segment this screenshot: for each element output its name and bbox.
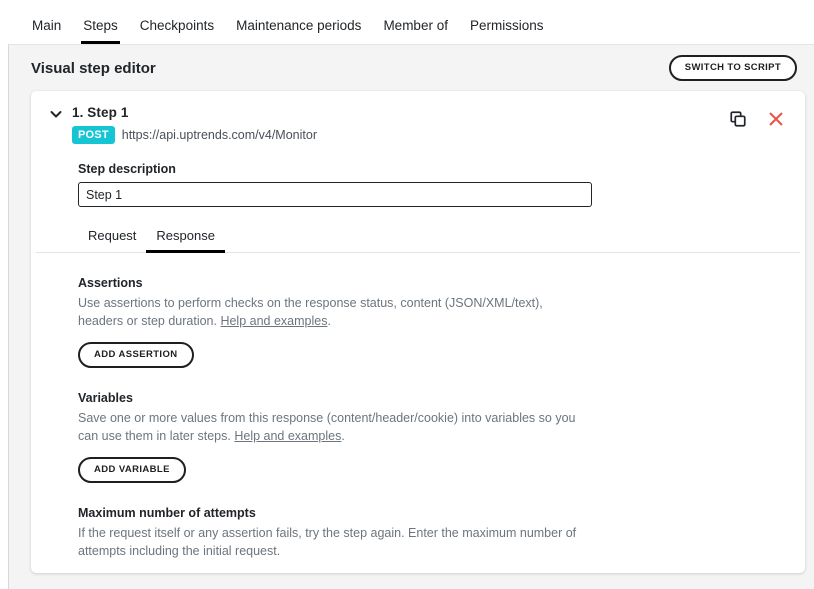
- copy-icon[interactable]: [729, 110, 747, 128]
- chevron-down-icon[interactable]: [48, 106, 64, 122]
- step-endpoint: POST https://api.uptrends.com/v4/Monitor: [72, 126, 729, 144]
- subtab-request[interactable]: Request: [78, 228, 146, 253]
- add-assertion-button[interactable]: ADD ASSERTION: [78, 342, 194, 368]
- variables-help-link[interactable]: Help and examples: [234, 429, 341, 443]
- step-card: 1. Step 1 POST https://api.uptrends.com/…: [31, 91, 805, 573]
- max-attempts-section: Maximum number of attempts If the reques…: [78, 506, 788, 573]
- variables-description-period: .: [341, 428, 345, 443]
- step-actions: [729, 104, 789, 128]
- step-title: 1. Step 1: [72, 105, 129, 120]
- tab-member-of[interactable]: Member of: [372, 18, 459, 44]
- tab-checkpoints[interactable]: Checkpoints: [129, 18, 225, 44]
- step-header: 1. Step 1 POST https://api.uptrends.com/…: [31, 91, 805, 144]
- visual-step-editor-panel: Visual step editor SWITCH TO SCRIPT 1. S…: [8, 44, 814, 589]
- max-attempts-title: Maximum number of attempts: [78, 506, 256, 520]
- variables-description: Save one or more values from this respon…: [78, 410, 590, 445]
- tab-maintenance-periods[interactable]: Maintenance periods: [225, 18, 372, 44]
- variables-section: Variables Save one or more values from t…: [78, 391, 788, 483]
- assertions-description: Use assertions to perform checks on the …: [78, 295, 590, 330]
- add-variable-button[interactable]: ADD VARIABLE: [78, 457, 186, 483]
- close-icon[interactable]: [767, 110, 785, 128]
- step-url: https://api.uptrends.com/v4/Monitor: [121, 128, 317, 142]
- switch-to-script-button[interactable]: SWITCH TO SCRIPT: [668, 55, 797, 81]
- tab-main[interactable]: Main: [21, 18, 72, 44]
- tab-steps[interactable]: Steps: [72, 18, 129, 44]
- variables-title: Variables: [78, 391, 133, 405]
- monitor-tab-bar: Main Steps Checkpoints Maintenance perio…: [0, 0, 814, 44]
- panel-header: Visual step editor SWITCH TO SCRIPT: [31, 45, 804, 91]
- max-attempts-description: If the request itself or any assertion f…: [78, 526, 577, 558]
- tab-permissions[interactable]: Permissions: [459, 18, 555, 44]
- assertions-title: Assertions: [78, 276, 143, 290]
- page-title: Visual step editor: [31, 59, 156, 77]
- step-description-label: Step description: [78, 162, 176, 176]
- subtab-response[interactable]: Response: [146, 228, 225, 253]
- http-method-badge: POST: [72, 126, 115, 144]
- assertions-description-period: .: [327, 313, 331, 328]
- assertions-section: Assertions Use assertions to perform che…: [78, 276, 788, 368]
- step-subtabs: Request Response: [36, 228, 800, 253]
- step-body: Step description Request Response Assert…: [31, 162, 805, 573]
- step-description-input[interactable]: [78, 182, 592, 207]
- assertions-help-link[interactable]: Help and examples: [220, 314, 327, 328]
